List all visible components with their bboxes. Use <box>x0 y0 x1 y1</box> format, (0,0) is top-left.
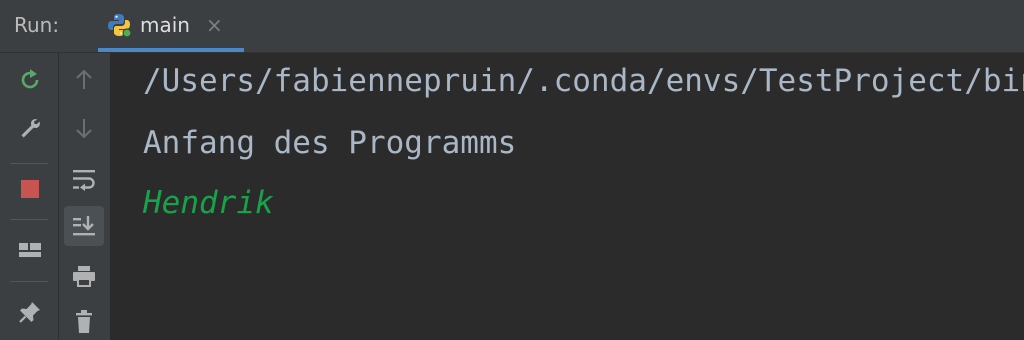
soft-wrap-icon <box>73 170 95 191</box>
layout-button[interactable] <box>10 230 50 270</box>
run-tool-window: Run: main × /Users/fabiennepruin/.conda/… <box>0 0 1024 340</box>
scroll-to-end-icon <box>73 216 95 236</box>
stop-icon <box>21 180 39 198</box>
arrow-down-icon <box>76 119 92 139</box>
python-icon <box>106 12 132 38</box>
toolbar-separator <box>10 219 48 220</box>
close-icon[interactable]: × <box>206 13 223 37</box>
previous-occurrence-button[interactable] <box>64 60 104 100</box>
rerun-icon <box>21 69 39 89</box>
layout-icon <box>19 243 41 257</box>
run-toolbar-secondary <box>59 53 110 340</box>
toolbar-separator <box>10 281 48 282</box>
pin-icon <box>19 302 40 323</box>
console-output[interactable]: /Users/fabiennepruin/.conda/envs/TestPro… <box>110 53 1024 340</box>
console-line: Anfang des Programms <box>143 125 517 161</box>
wrench-icon <box>21 119 40 138</box>
toolbar-separator <box>10 163 48 164</box>
scroll-to-end-button[interactable] <box>64 206 104 246</box>
arrow-up-icon <box>76 69 92 89</box>
clear-all-button[interactable] <box>64 302 104 340</box>
next-occurrence-button[interactable] <box>64 108 104 148</box>
settings-button[interactable] <box>10 108 50 148</box>
print-icon <box>73 266 95 287</box>
stop-button[interactable] <box>10 169 50 209</box>
pin-tab-button[interactable] <box>10 292 50 332</box>
run-toolbar-primary <box>0 53 59 340</box>
tab-main[interactable]: main × <box>98 0 244 52</box>
console-user-input: Hendrik <box>143 185 274 221</box>
run-tab-bar: Run: main × <box>0 0 1024 53</box>
console-line: /Users/fabiennepruin/.conda/envs/TestPro… <box>143 63 1024 99</box>
tab-title: main <box>140 13 190 37</box>
print-button[interactable] <box>64 256 104 296</box>
soft-wrap-button[interactable] <box>64 159 104 199</box>
run-label: Run: <box>14 13 60 37</box>
rerun-button[interactable] <box>10 60 50 100</box>
trash-icon <box>76 310 92 333</box>
